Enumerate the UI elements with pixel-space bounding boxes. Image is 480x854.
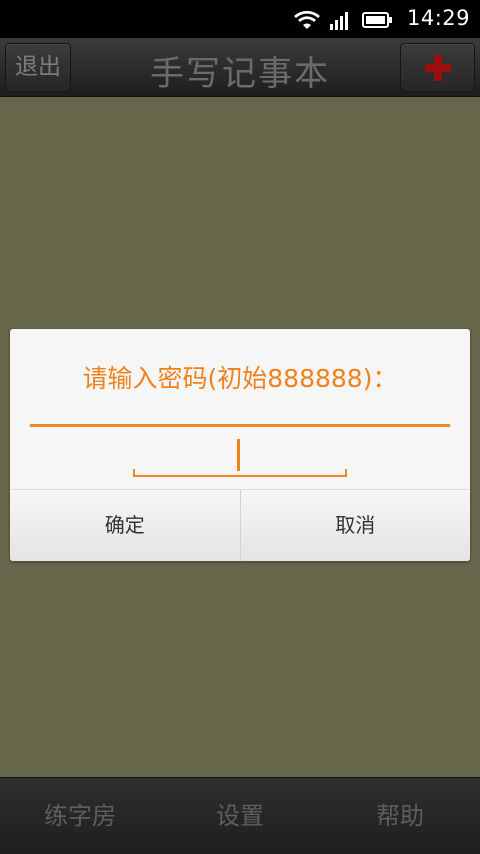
dialog-button-row: 确定 取消 bbox=[10, 489, 470, 561]
confirm-button[interactable]: 确定 bbox=[10, 490, 240, 561]
bottom-nav: 练字房 设置 帮助 bbox=[0, 777, 480, 854]
dialog-divider bbox=[30, 424, 450, 427]
status-time: 14:29 bbox=[406, 6, 470, 30]
nav-item-help[interactable]: 帮助 bbox=[320, 778, 480, 854]
nav-item-settings[interactable]: 设置 bbox=[160, 778, 320, 854]
battery-icon bbox=[362, 12, 392, 28]
password-dialog: 请输入密码(初始888888)： 确定 取消 bbox=[10, 329, 470, 561]
add-button[interactable] bbox=[400, 43, 475, 92]
password-input[interactable] bbox=[133, 437, 347, 477]
title-bar: 退出 手写记事本 bbox=[0, 38, 480, 97]
text-cursor bbox=[237, 439, 240, 471]
status-bar: 14:29 bbox=[0, 0, 480, 38]
signal-icon bbox=[330, 12, 348, 30]
nav-item-practice[interactable]: 练字房 bbox=[0, 778, 160, 854]
dialog-prompt: 请输入密码(初始888888)： bbox=[82, 364, 398, 393]
input-underline bbox=[133, 475, 347, 477]
cancel-button[interactable]: 取消 bbox=[239, 490, 470, 561]
status-icons bbox=[294, 9, 392, 31]
wifi-icon bbox=[294, 10, 320, 29]
